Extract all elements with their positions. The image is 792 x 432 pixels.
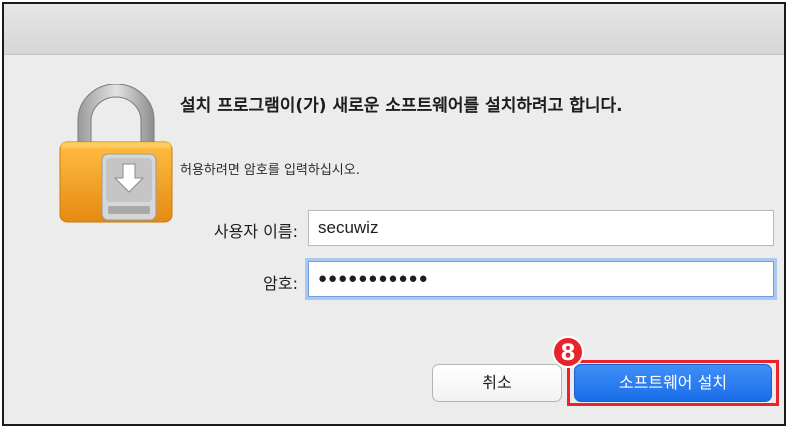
dialog-title: 설치 프로그램이(가) 새로운 소프트웨어를 설치하려고 합니다. [180, 96, 623, 116]
password-label: 암호: [263, 274, 298, 293]
password-field[interactable]: ●●●●●●●●●●● [308, 261, 774, 297]
install-software-button[interactable]: 소프트웨어 설치 [574, 364, 772, 402]
dialog-subtitle: 허용하려면 암호를 입력하십시오. [180, 163, 360, 178]
username-label: 사용자 이름: [213, 222, 298, 241]
step-badge: 8 [552, 336, 584, 368]
lock-icon [56, 83, 176, 224]
download-icon [101, 153, 157, 221]
dialog-titlebar [4, 4, 784, 55]
cancel-button[interactable]: 취소 [432, 364, 562, 402]
install-auth-dialog: 설치 프로그램이(가) 새로운 소프트웨어를 설치하려고 합니다. 허용하려면 … [2, 2, 786, 426]
username-field[interactable]: secuwiz [308, 210, 774, 246]
